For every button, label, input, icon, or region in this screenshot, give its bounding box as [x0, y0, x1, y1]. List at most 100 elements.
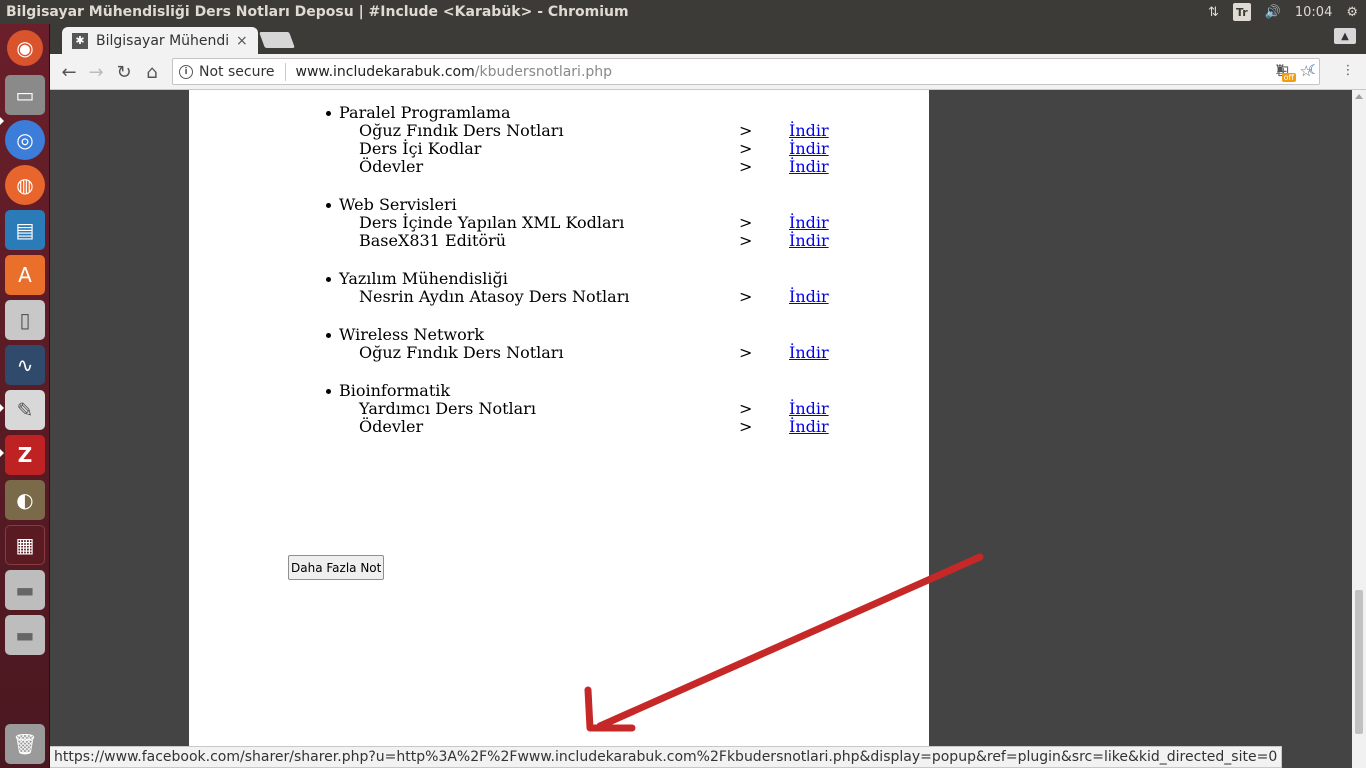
mouse-settings-icon[interactable]: ▯	[5, 300, 45, 340]
ubuntu-dash-icon[interactable]: ◉	[7, 30, 43, 66]
tab-title: Bilgisayar Mühendi	[96, 32, 228, 49]
list-item: Oğuz Fındık Ders Notları > İndir	[339, 344, 829, 362]
download-link[interactable]: İndir	[789, 122, 829, 140]
arrow-glyph: >	[739, 343, 753, 362]
info-icon[interactable]: i	[179, 64, 193, 79]
home-icon[interactable]: ⌂	[141, 61, 163, 83]
scroll-thumb[interactable]	[1355, 590, 1363, 734]
vertical-scrollbar[interactable]	[1352, 90, 1366, 768]
close-tab-icon[interactable]: ×	[236, 33, 248, 49]
extension-icon[interactable]: ♜ off	[1270, 60, 1296, 82]
software-center-icon[interactable]: A	[5, 255, 45, 295]
running-indicator	[0, 117, 4, 125]
network-icon[interactable]: ⇅	[1208, 3, 1219, 21]
security-label[interactable]: Not secure	[199, 64, 275, 80]
reload-icon[interactable]: ↻	[113, 61, 135, 83]
section-title: Bioinformatik	[326, 382, 450, 400]
list-item: Ödevler > İndir	[339, 158, 829, 176]
extension-icons: ♜ off ☾ ⋮	[1270, 60, 1358, 82]
profile-icon[interactable]: ▲	[1334, 28, 1356, 44]
download-link[interactable]: İndir	[789, 400, 829, 418]
download-link[interactable]: İndir	[789, 158, 829, 176]
item-name: Yardımcı Ders Notları	[359, 399, 536, 418]
bullet	[326, 333, 331, 338]
download-link[interactable]: İndir	[789, 418, 829, 436]
page-content: Paralel Programlama Oğuz Fındık Ders Not…	[189, 90, 929, 768]
section-title: Paralel Programlama	[326, 104, 511, 122]
course-section: Bioinformatik Yardımcı Ders Notları > İndi…	[326, 382, 829, 436]
extension-moon-icon[interactable]: ☾	[1304, 60, 1324, 80]
firefox-icon[interactable]: ◍	[5, 165, 45, 205]
arrow-glyph: >	[739, 417, 753, 436]
list-item: Oğuz Fındık Ders Notları > İndir	[339, 122, 829, 140]
list-item: Ders İçi Kodlar > İndir	[339, 140, 829, 158]
arrow-glyph: >	[739, 213, 753, 232]
menu-icon[interactable]: ⋮	[1338, 60, 1358, 80]
trash-icon[interactable]: 🗑	[5, 724, 45, 764]
course-section: Wireless Network Oğuz Fındık Ders Notlar…	[326, 326, 829, 362]
arrow-glyph: >	[739, 121, 753, 140]
back-arrow-icon[interactable]: ←	[58, 61, 80, 83]
scroll-up-arrow-icon[interactable]	[1355, 94, 1363, 99]
top-panel: Bilgisayar Mühendisliği Ders Notları Dep…	[0, 0, 1366, 24]
page-viewport: Paralel Programlama Oğuz Fındık Ders Not…	[50, 90, 1352, 768]
running-indicator	[0, 404, 4, 412]
section-title: Wireless Network	[326, 326, 484, 344]
list-item: BaseX831 Editörü > İndir	[339, 232, 829, 250]
list-item: Ödevler > İndir	[339, 417, 829, 436]
download-link[interactable]: İndir	[789, 344, 829, 362]
arrow-glyph: >	[739, 399, 753, 418]
new-tab-button[interactable]	[259, 32, 295, 48]
files-icon[interactable]: ▭	[5, 75, 45, 115]
item-name: Oğuz Fındık Ders Notları	[359, 121, 564, 140]
arrow-glyph: >	[739, 231, 753, 250]
workspace-switcher-icon[interactable]: ▦	[5, 525, 45, 565]
download-link[interactable]: İndir	[789, 232, 829, 250]
system-monitor-icon[interactable]: ∿	[5, 345, 45, 385]
course-section: Yazılım Mühendisliği Nesrin Aydın Atasoy…	[326, 270, 829, 306]
window-title: Bilgisayar Mühendisliği Ders Notları Dep…	[6, 4, 629, 20]
item-name: Ders İçinde Yapılan XML Kodları	[359, 213, 625, 232]
keyboard-layout-indicator[interactable]: Tr	[1232, 3, 1251, 21]
tab-active[interactable]: ✱ Bilgisayar Mühendi ×	[62, 27, 258, 54]
arrow-glyph: >	[739, 287, 753, 306]
gimp-icon[interactable]: ◐	[5, 480, 45, 520]
more-notes-button[interactable]: Daha Fazla Not	[288, 555, 385, 580]
chromium-icon[interactable]: ◎	[5, 120, 45, 160]
bullet	[326, 111, 331, 116]
writer-icon[interactable]: ▤	[5, 210, 45, 250]
volume-icon[interactable]: 🔊	[1265, 3, 1281, 21]
download-link[interactable]: İndir	[789, 288, 829, 306]
running-indicator	[0, 449, 4, 457]
item-name: Oğuz Fındık Ders Notları	[359, 343, 564, 362]
system-tray: ⇅ Tr 🔊 10:04 ⚙	[1208, 0, 1366, 24]
forward-arrow-icon[interactable]: →	[85, 61, 107, 83]
divider	[284, 62, 286, 81]
bullet	[326, 277, 331, 282]
status-bubble: https://www.facebook.com/sharer/sharer.p…	[50, 746, 1283, 768]
tab-strip: ✱ Bilgisayar Mühendi × ▲	[50, 24, 1366, 54]
bullet	[326, 389, 331, 394]
drive-icon[interactable]: ▬	[5, 615, 45, 655]
filezilla-icon[interactable]: Z	[5, 435, 45, 475]
toolbar: ← → ↻ ⌂ i Not secure www.includekarabuk.…	[50, 54, 1366, 90]
list-item: Ders İçinde Yapılan XML Kodları > İndir	[339, 214, 829, 232]
text-editor-icon[interactable]: ✎	[5, 390, 45, 430]
bullet	[326, 203, 331, 208]
section-title: Web Servisleri	[326, 196, 457, 214]
download-link[interactable]: İndir	[789, 214, 829, 232]
drive-icon[interactable]: ▬	[5, 570, 45, 610]
site-favicon-icon: ✱	[72, 32, 88, 49]
browser-window: ✱ Bilgisayar Mühendi × ▲ ← → ↻ ⌂ i Not s…	[50, 24, 1366, 768]
clock[interactable]: 10:04	[1295, 3, 1332, 21]
address-bar[interactable]: i Not secure www.includekarabuk.com/kbud…	[172, 58, 1320, 85]
settings-gear-icon[interactable]: ⚙	[1346, 3, 1358, 21]
section-title: Yazılım Mühendisliği	[326, 270, 508, 288]
item-name: Ödevler	[359, 417, 424, 436]
course-section: Web Servisleri Ders İçinde Yapılan XML K…	[326, 196, 829, 250]
download-link[interactable]: İndir	[789, 140, 829, 158]
arrow-glyph: >	[739, 157, 753, 176]
unity-launcher: ◉ ▭ ◎ ◍ ▤ A ▯ ∿ ✎ Z ◐ ▦ ▬ ▬ 🗑	[0, 24, 50, 768]
url-path: /kbudersnotlari.php	[474, 63, 613, 80]
item-name: BaseX831 Editörü	[359, 231, 507, 250]
